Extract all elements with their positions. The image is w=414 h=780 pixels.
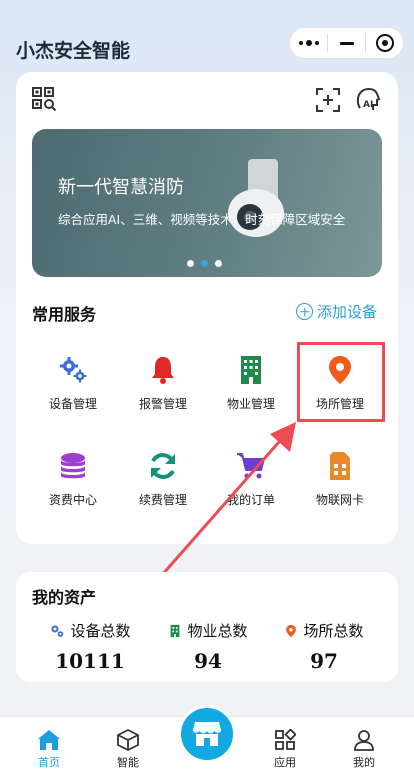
indicator-dot[interactable] [215,260,222,267]
tab-mine[interactable]: 我的 [334,729,394,770]
gears-icon [60,357,87,383]
target-icon [375,34,394,52]
ai-assistant-icon[interactable]: AI [356,86,382,114]
mini-program-capsule [289,27,404,59]
building-icon [241,356,261,384]
assets-card: 我的资产 设备总数 10111 物业总数 94 场所总数 97 [16,572,398,682]
assets-heading: 我的资产 [32,588,97,607]
minimize-icon [339,41,354,45]
service-label: 设备管理 [48,397,97,411]
tab-label: 我的 [353,756,375,769]
stat-device-total[interactable]: 设备总数 10111 [30,620,150,673]
stat-value: 97 [310,649,338,673]
store-icon [193,722,221,746]
stat-property-total[interactable]: 物业总数 94 [148,620,268,673]
tab-label: 应用 [274,756,296,769]
top-bar: 小杰安全智能 [0,0,414,72]
sim-card-icon [330,452,350,480]
stat-label: 设备总数 [70,622,131,640]
apps-grid-icon [275,729,296,750]
stat-value: 94 [194,649,222,673]
add-device-label: 添加设备 [317,303,378,321]
stat-value: 10111 [55,649,125,673]
home-icon [38,730,60,750]
more-button[interactable] [290,28,327,58]
location-pin-icon [286,624,297,637]
user-icon [354,730,374,751]
app-title: 小杰安全智能 [16,40,131,62]
coins-icon [61,453,85,479]
minimize-button[interactable] [328,28,365,58]
indicator-dot-active[interactable] [201,260,208,267]
qr-scan-icon[interactable] [31,86,57,112]
service-label: 物业管理 [226,397,275,411]
close-button[interactable] [366,28,403,58]
stat-label: 场所总数 [303,622,364,640]
service-iot-card[interactable]: 物联网卡 [300,450,380,508]
service-device-management[interactable]: 设备管理 [33,354,113,412]
tab-label: 首页 [38,756,60,769]
more-dots-icon [298,40,319,46]
tab-home[interactable]: 首页 [19,729,79,770]
service-property-management[interactable]: 物业管理 [211,354,291,412]
service-label: 资费中心 [48,493,97,507]
building-icon [171,624,180,637]
svg-text:AI: AI [363,100,373,110]
bell-icon [152,357,174,384]
center-store-button[interactable] [178,705,236,763]
indicator-dot[interactable] [187,260,194,267]
tab-apps[interactable]: 应用 [255,729,315,770]
services-heading: 常用服务 [32,305,97,324]
service-label: 报警管理 [138,397,187,411]
annotation-arrow [160,422,296,576]
gears-icon [51,625,64,637]
cube-icon [117,729,139,751]
tab-label: 智能 [117,756,139,769]
plus-circle-icon [296,303,313,320]
service-billing-center[interactable]: 资费中心 [33,450,113,508]
service-label: 物联网卡 [315,493,364,507]
tab-smart[interactable]: 智能 [98,729,158,770]
stat-venue-total[interactable]: 场所总数 97 [264,620,384,673]
scan-frame-icon[interactable] [315,87,341,113]
stat-label: 物业总数 [187,622,248,640]
highlight-box [297,342,385,422]
promo-banner[interactable]: 新一代智慧消防 综合应用AI、三维、视频等技术，时刻保障区域安全 [32,129,382,277]
service-alarm-management[interactable]: 报警管理 [123,354,203,412]
add-device-button[interactable]: 添加设备 [296,301,377,322]
carousel-indicators [187,260,222,267]
banner-subtitle: 综合应用AI、三维、视频等技术，时刻保障区域安全 [58,212,346,227]
banner-title: 新一代智慧消防 [58,177,184,198]
